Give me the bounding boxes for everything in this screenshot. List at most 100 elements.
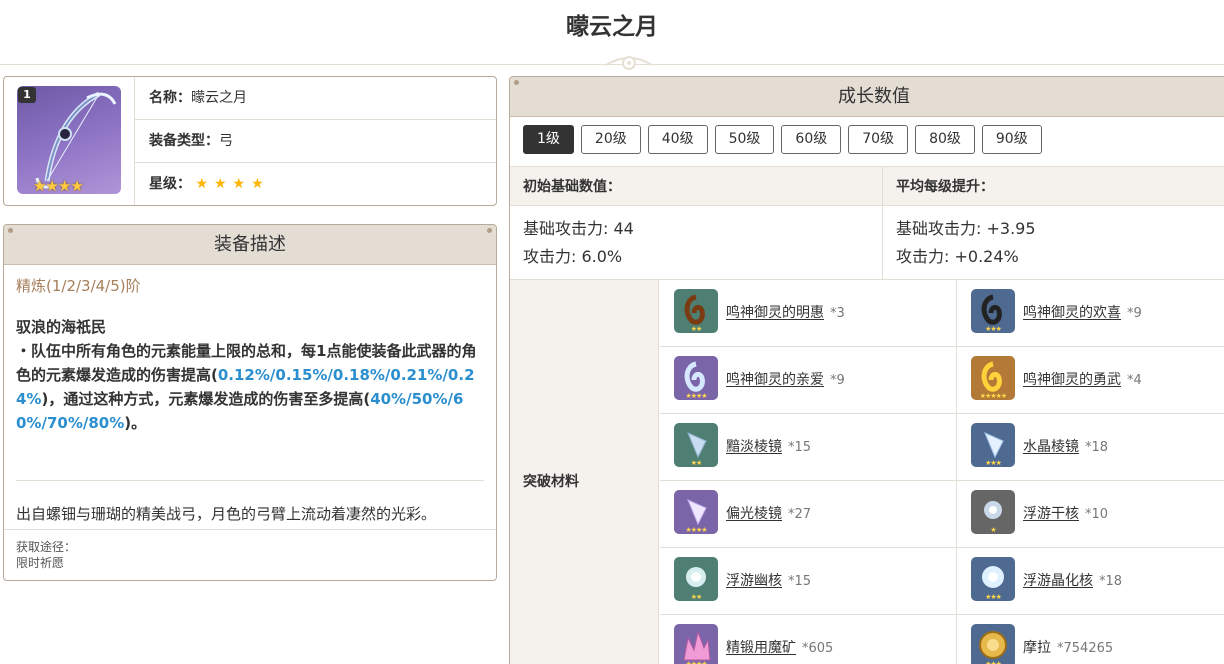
mora-coin-icon[interactable]: ★★★ <box>971 624 1015 664</box>
mask-shell-icon[interactable]: ★★ <box>674 289 718 333</box>
type-key: 装备类型： <box>149 133 219 149</box>
description-header: 装备描述 <box>4 225 496 265</box>
material-item: ★★★★ 精锻用魔矿 *605 <box>660 615 956 664</box>
material-count: *3 <box>830 306 845 321</box>
material-link[interactable]: 偏光棱镜 *27 <box>726 503 811 523</box>
material-item: ★★ 浮游幽核 *15 <box>660 548 956 615</box>
mask-blue-icon[interactable]: ★★★★ <box>674 356 718 400</box>
material-count: *9 <box>1127 306 1142 321</box>
refine-title: 精炼(1/2/3/4/5)阶 <box>16 277 141 295</box>
ornament-icon <box>605 56 653 70</box>
name-row: 名称：曚云之月 <box>135 77 496 120</box>
material-stars-icon: ★★★ <box>985 660 1002 664</box>
core-ghost-icon[interactable]: ★★ <box>674 557 718 601</box>
mask-swirl-icon[interactable]: ★★★ <box>971 289 1015 333</box>
level-tab[interactable]: 50级 <box>714 125 775 154</box>
material-count: *27 <box>788 507 812 522</box>
type-value: 弓 <box>219 133 233 149</box>
source-box: 获取途径： 限时祈愿 <box>4 529 496 580</box>
material-count: *605 <box>802 641 834 656</box>
ore-icon[interactable]: ★★★★ <box>674 624 718 664</box>
material-stars-icon: ★★★★ <box>685 526 707 534</box>
avg-sub-stat-value: 攻击力: +0.24% <box>896 247 1019 266</box>
name-key: 名称： <box>149 90 191 106</box>
level-tab[interactable]: 60级 <box>781 125 842 154</box>
growth-header: 成长数值 <box>510 77 1224 117</box>
material-name[interactable]: 浮游晶化核 <box>1023 573 1093 589</box>
rarity-row: 星级： ★★★★ <box>135 163 496 205</box>
level-tab[interactable]: 90级 <box>981 125 1042 154</box>
prism-polar-icon[interactable]: ★★★★ <box>674 490 718 534</box>
base-attack-value: 基础攻击力: 44 <box>523 219 634 238</box>
material-link[interactable]: 浮游晶化核 *18 <box>1023 570 1122 590</box>
material-link[interactable]: 摩拉 *754265 <box>1023 637 1113 657</box>
material-link[interactable]: 鸣神御灵的明惠 *3 <box>726 302 845 322</box>
material-item: ★★★ 摩拉 *754265 <box>957 615 1224 664</box>
material-name[interactable]: 浮游干核 <box>1023 506 1079 522</box>
material-item: ★★★ 水晶棱镜 *18 <box>957 414 1224 481</box>
material-count: *15 <box>788 574 812 589</box>
passive-text-part: )。 <box>124 414 147 432</box>
material-link[interactable]: 鸣神御灵的欢喜 *9 <box>1023 302 1142 322</box>
stat-header-row: 初始基础数值： 平均每级提升： <box>510 166 1224 206</box>
level-tab[interactable]: 20级 <box>580 125 641 154</box>
level-tab[interactable]: 40级 <box>647 125 708 154</box>
material-link[interactable]: 鸣神御灵的勇武 *4 <box>1023 369 1142 389</box>
material-link[interactable]: 浮游幽核 *15 <box>726 570 811 590</box>
material-name[interactable]: 偏光棱镜 <box>726 506 782 522</box>
material-item: ★★★★ 鸣神御灵的亲爱 *9 <box>660 347 956 414</box>
material-name[interactable]: 摩拉 <box>1023 640 1051 656</box>
stat-body-row: 基础攻击力: 44 攻击力: 6.0% 基础攻击力: +3.95 攻击力: +0… <box>510 206 1224 280</box>
level-tab[interactable]: 80级 <box>915 125 975 154</box>
base-sub-stat-value: 攻击力: 6.0% <box>523 247 623 266</box>
material-stars-icon: ★★★★ <box>685 660 707 664</box>
core-dry-icon[interactable]: ★ <box>971 490 1015 534</box>
material-link[interactable]: 水晶棱镜 *18 <box>1023 436 1108 456</box>
material-name[interactable]: 鸣神御灵的勇武 <box>1023 372 1121 388</box>
material-item: ★ 浮游干核 *10 <box>957 481 1224 548</box>
passive-text: ・队伍中所有角色的元素能量上限的总和，每1点能使装备此武器的角色的元素爆发造成的… <box>16 339 484 435</box>
corner-dot-icon <box>514 80 519 85</box>
material-stars-icon: ★ <box>990 526 996 534</box>
material-count: *18 <box>1085 440 1109 455</box>
mask-gold-icon[interactable]: ★★★★★ <box>971 356 1015 400</box>
material-name[interactable]: 水晶棱镜 <box>1023 439 1079 455</box>
material-stars-icon: ★★★★★ <box>979 392 1007 400</box>
material-name[interactable]: 鸣神御灵的亲爱 <box>726 372 824 388</box>
material-item: ★★ 黯淡棱镜 *15 <box>660 414 956 481</box>
material-name[interactable]: 黯淡棱镜 <box>726 439 782 455</box>
passive-text-part: )，通过这种方式，元素爆发造成的伤害至多提高( <box>41 390 371 408</box>
material-link[interactable]: 鸣神御灵的亲爱 *9 <box>726 369 845 389</box>
material-name[interactable]: 精锻用魔矿 <box>726 640 796 656</box>
ascension-materials: 突破材料 ★★ 鸣神御灵的明惠 *3 ★★★ 鸣神御灵的欢喜 *9 ★★★★ 鸣神御灵的亲爱 *… <box>510 280 1224 664</box>
material-item: ★★★★★ 鸣神御灵的勇武 *4 <box>957 347 1224 414</box>
material-name[interactable]: 浮游幽核 <box>726 573 782 589</box>
material-count: *9 <box>830 373 845 388</box>
prism-dim-icon[interactable]: ★★ <box>674 423 718 467</box>
material-link[interactable]: 浮游干核 *10 <box>1023 503 1108 523</box>
level-tab[interactable]: 1级 <box>523 125 574 154</box>
description-title: 装备描述 <box>214 234 286 255</box>
material-link[interactable]: 黯淡棱镜 *15 <box>726 436 811 456</box>
material-item: ★★★ 浮游晶化核 *18 <box>957 548 1224 615</box>
core-crystal-icon[interactable]: ★★★ <box>971 557 1015 601</box>
prism-crystal-icon[interactable]: ★★★ <box>971 423 1015 467</box>
material-stars-icon: ★★★ <box>985 459 1002 467</box>
material-link[interactable]: 精锻用魔矿 *605 <box>726 637 833 657</box>
level-tabs: 1级 20级 40级 50级 60级 70级 80级 90级 <box>510 117 1224 162</box>
materials-label: 突破材料 <box>523 474 579 490</box>
star-icon: ★★★★ <box>195 176 270 192</box>
weapon-image-cell: 1 ★★★★ <box>4 77 135 205</box>
material-item: ★★★ 鸣神御灵的欢喜 *9 <box>957 280 1224 347</box>
level-tab[interactable]: 70级 <box>848 125 909 154</box>
material-name[interactable]: 鸣神御灵的欢喜 <box>1023 305 1121 321</box>
material-stars-icon: ★★★ <box>985 325 1002 333</box>
weapon-image[interactable]: 1 ★★★★ <box>17 86 121 194</box>
source-label: 获取途径： <box>16 540 77 554</box>
material-name[interactable]: 鸣神御灵的明惠 <box>726 305 824 321</box>
material-count: *4 <box>1127 373 1142 388</box>
base-stat-header: 初始基础数值： <box>523 179 621 195</box>
growth-card: 成长数值 1级 20级 40级 50级 60级 70级 80级 90级 初始基础数值： 平均每… <box>509 76 1224 664</box>
growth-title: 成长数值 <box>838 86 910 107</box>
corner-dot-icon <box>8 228 13 233</box>
